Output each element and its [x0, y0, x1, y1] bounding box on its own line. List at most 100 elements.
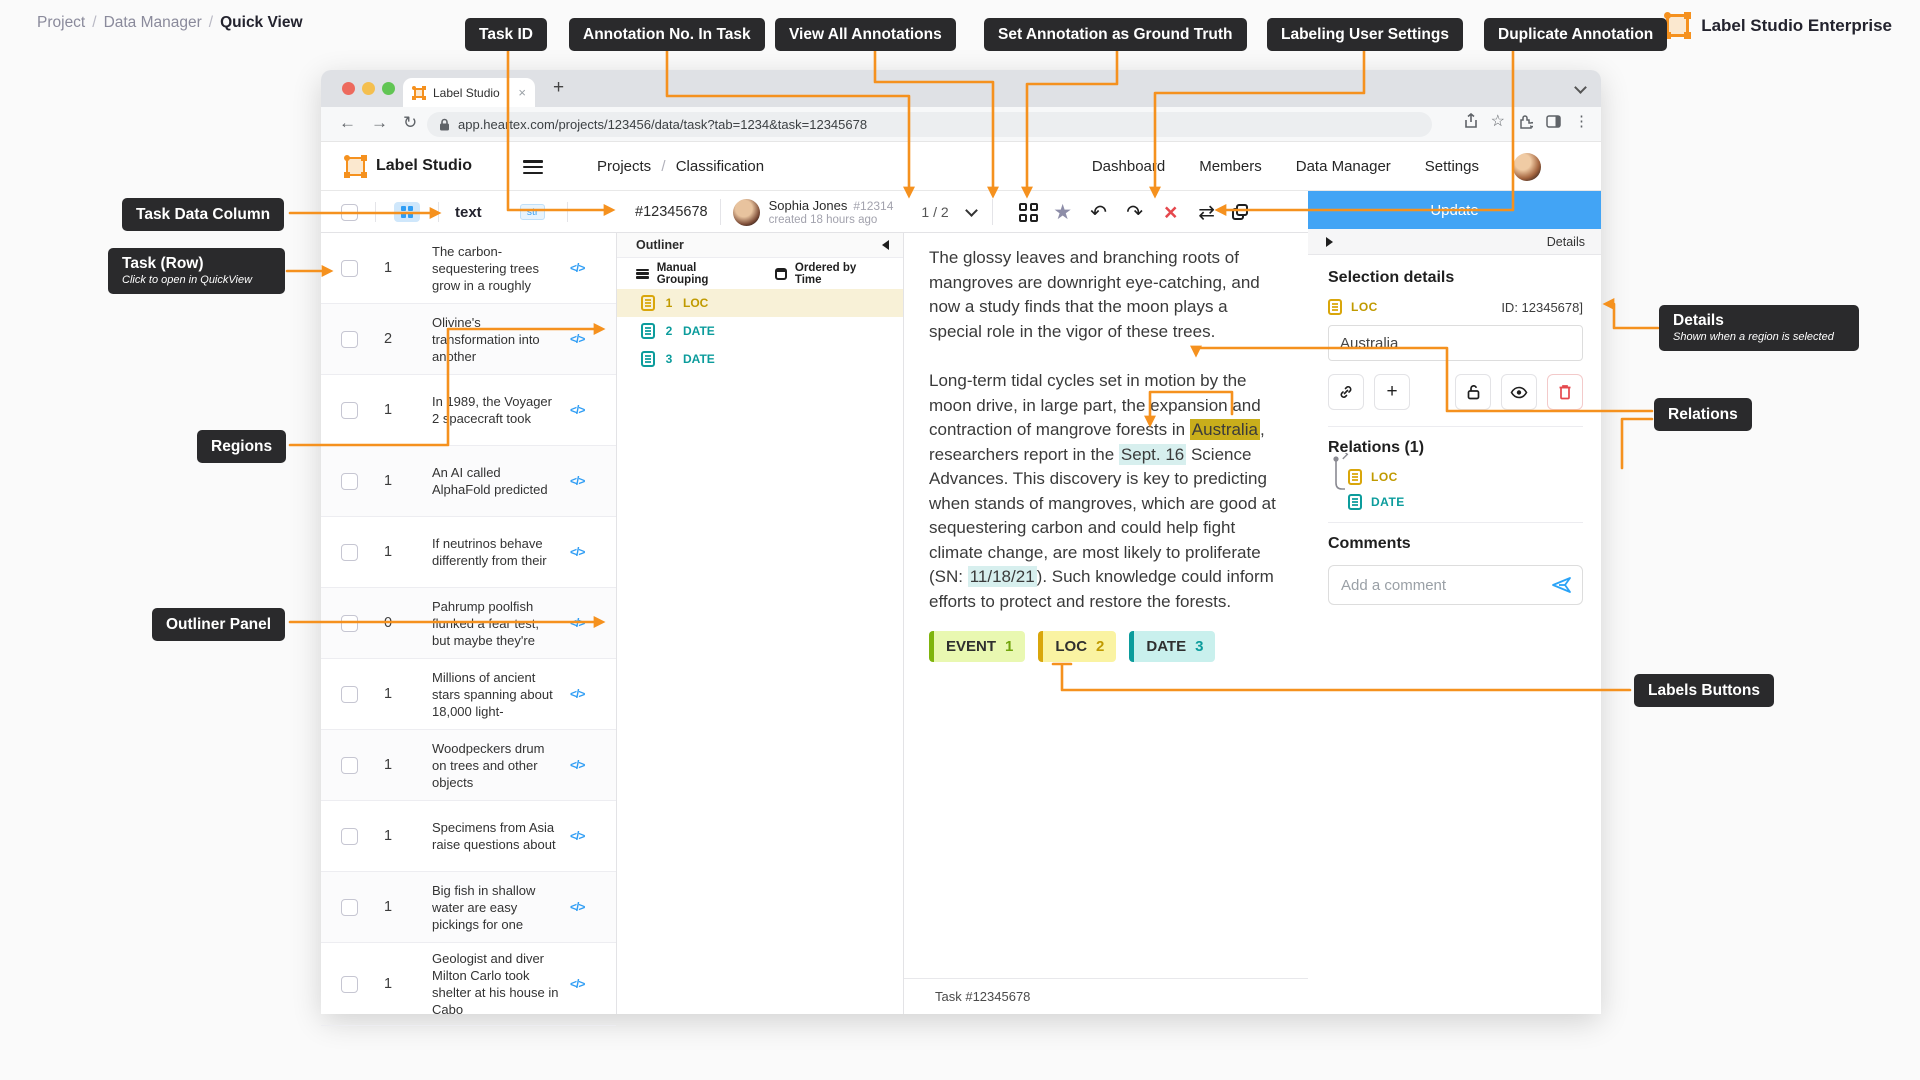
extensions-icon[interactable] [1518, 114, 1533, 129]
column-title-text[interactable]: text [455, 204, 482, 221]
app-logo-text[interactable]: Label Studio [376, 157, 472, 175]
region-highlight-loc[interactable]: Australia [1190, 419, 1260, 440]
traffic-light-maximize[interactable] [382, 82, 395, 95]
nav-dashboard[interactable]: Dashboard [1092, 158, 1165, 175]
row-checkbox[interactable] [341, 757, 358, 774]
eye-icon [1510, 386, 1528, 399]
collapse-left-icon[interactable] [882, 240, 889, 250]
side-panel-icon[interactable] [1546, 115, 1561, 128]
code-icon[interactable]: </> [570, 616, 584, 630]
back-icon[interactable]: ← [339, 113, 356, 133]
table-row[interactable]: 1If neutrinos behave differently from th… [321, 517, 616, 588]
paragraph-1[interactable]: The glossy leaves and branching roots of… [929, 246, 1282, 344]
delete-region-button[interactable] [1547, 374, 1583, 410]
label-button-loc[interactable]: LOC2 [1038, 631, 1116, 662]
code-icon[interactable]: </> [570, 977, 584, 991]
address-bar[interactable]: app.heartex.com/projects/123456/data/tas… [427, 112, 1432, 137]
add-relation-button[interactable]: + [1374, 374, 1410, 410]
region-highlight-date[interactable]: 11/18/21 [968, 566, 1037, 587]
duplicate-annotation-icon[interactable] [1232, 204, 1248, 220]
relation-to-row[interactable]: DATE [1348, 494, 1583, 510]
browser-tab[interactable]: Label Studio × [403, 78, 535, 107]
nav-data-manager[interactable]: Data Manager [1296, 158, 1391, 175]
region-text-input[interactable] [1328, 325, 1583, 361]
label-button-event[interactable]: EVENT1 [929, 631, 1025, 662]
tab-strip-chevron-icon[interactable] [1574, 81, 1587, 94]
label-button-date[interactable]: DATE3 [1129, 631, 1215, 662]
code-icon[interactable]: </> [570, 545, 584, 559]
forward-icon[interactable]: → [371, 113, 388, 133]
labeling-settings-icon[interactable]: ⇄ [1196, 200, 1218, 225]
user-avatar[interactable] [1513, 153, 1541, 181]
table-row[interactable]: 1Woodpeckers drum on trees and other obj… [321, 730, 616, 801]
code-icon[interactable]: </> [570, 474, 584, 488]
view-all-annotations-icon[interactable] [1019, 203, 1038, 222]
tab-close-icon[interactable]: × [518, 85, 526, 100]
share-icon[interactable] [1464, 113, 1478, 129]
code-icon[interactable]: </> [570, 758, 584, 772]
annotation-pager-chevron-icon[interactable] [965, 204, 978, 217]
new-tab-button[interactable]: + [553, 77, 564, 99]
row-checkbox[interactable] [341, 331, 358, 348]
row-checkbox[interactable] [341, 615, 358, 632]
code-icon[interactable]: </> [570, 829, 584, 843]
traffic-light-minimize[interactable] [362, 82, 375, 95]
table-row[interactable]: 1The carbon-sequestering trees grow in a… [321, 233, 616, 304]
row-checkbox[interactable] [341, 976, 358, 993]
callout-labels-buttons: Labels Buttons [1634, 674, 1774, 707]
table-row[interactable]: 1In 1989, the Voyager 2 spacecraft took<… [321, 375, 616, 446]
redo-icon[interactable]: ↷ [1124, 200, 1146, 225]
code-icon[interactable]: </> [570, 687, 584, 701]
breadcrumb-data-manager[interactable]: Data Manager [104, 14, 202, 31]
update-button[interactable]: Update [1308, 191, 1601, 229]
app-logo-icon[interactable] [344, 155, 367, 178]
comment-input[interactable] [1328, 565, 1583, 605]
code-icon[interactable]: </> [570, 900, 584, 914]
ground-truth-star-icon[interactable]: ★ [1052, 200, 1074, 225]
traffic-light-close[interactable] [342, 82, 355, 95]
row-checkbox[interactable] [341, 828, 358, 845]
breadcrumb-project[interactable]: Project [37, 14, 85, 31]
row-checkbox[interactable] [341, 899, 358, 916]
row-checkbox[interactable] [341, 686, 358, 703]
region-item-loc[interactable]: 1 LOC [617, 289, 903, 317]
code-icon[interactable]: </> [570, 403, 584, 417]
region-item-date-2[interactable]: 2 DATE [617, 317, 903, 345]
hide-region-button[interactable] [1501, 374, 1537, 410]
annotations-column-icon[interactable] [394, 202, 420, 222]
undo-icon[interactable]: ↶ [1088, 200, 1110, 225]
row-checkbox[interactable] [341, 260, 358, 277]
row-checkbox[interactable] [341, 402, 358, 419]
row-checkbox[interactable] [341, 473, 358, 490]
lock-region-button[interactable] [1455, 374, 1491, 410]
paragraph-2[interactable]: Long-term tidal cycles set in motion by … [929, 369, 1282, 614]
row-checkbox[interactable] [341, 544, 358, 561]
select-all-checkbox[interactable] [341, 204, 358, 221]
bookmark-star-icon[interactable]: ☆ [1491, 111, 1505, 131]
reload-icon[interactable]: ↻ [403, 113, 417, 133]
ordered-by-time-toggle[interactable]: Ordered by Time [795, 262, 884, 286]
reset-icon[interactable]: × [1160, 202, 1182, 222]
manual-grouping-toggle[interactable]: Manual Grouping [657, 262, 749, 286]
relation-from-row[interactable]: LOC [1348, 469, 1583, 485]
code-icon[interactable]: </> [570, 332, 584, 346]
table-row[interactable]: 1Big fish in shallow water are easy pick… [321, 872, 616, 943]
link-button[interactable] [1328, 374, 1364, 410]
project-breadcrumb-projects[interactable]: Projects [597, 158, 651, 175]
nav-members[interactable]: Members [1199, 158, 1262, 175]
region-highlight-date[interactable]: Sept. 16 [1119, 444, 1186, 465]
nav-settings[interactable]: Settings [1425, 158, 1479, 175]
code-icon[interactable]: </> [570, 261, 584, 275]
expand-right-icon[interactable] [1326, 237, 1333, 247]
table-row[interactable]: 1Specimens from Asia raise questions abo… [321, 801, 616, 872]
project-breadcrumb-classification: Classification [676, 158, 764, 175]
table-row[interactable]: 2Olivine's transformation into another</… [321, 304, 616, 375]
region-item-date-3[interactable]: 3 DATE [617, 345, 903, 373]
table-row[interactable]: 1Geologist and diver Milton Carlo took s… [321, 943, 616, 1026]
table-row[interactable]: 1An AI called AlphaFold predicted</> [321, 446, 616, 517]
table-row[interactable]: 0Pahrump poolfish flunked a fear test, b… [321, 588, 616, 659]
kebab-menu-icon[interactable]: ⋮ [1574, 112, 1589, 130]
send-comment-icon[interactable] [1551, 575, 1573, 595]
table-row[interactable]: 1Millions of ancient stars spanning abou… [321, 659, 616, 730]
hamburger-menu-icon[interactable] [523, 160, 543, 174]
